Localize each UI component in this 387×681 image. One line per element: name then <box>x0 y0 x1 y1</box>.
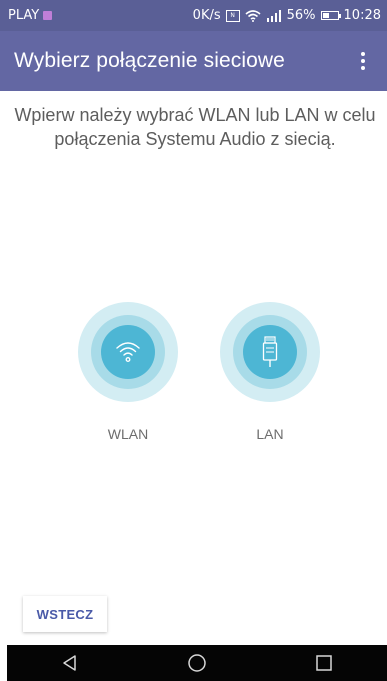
lan-label: LAN <box>256 426 284 442</box>
battery-fill <box>322 13 330 18</box>
lan-button[interactable] <box>220 302 320 402</box>
nfc-icon: N <box>225 9 240 22</box>
recents-square-icon <box>315 655 332 671</box>
network-speed: 0K/s <box>192 8 221 23</box>
clock: 10:28 <box>343 8 381 23</box>
carrier-indicator: PLAY <box>8 8 53 23</box>
app-bar: Wybierz połączenie sieciowe <box>0 31 387 91</box>
wlan-button[interactable] <box>78 302 178 402</box>
carrier-badge-icon <box>43 11 53 20</box>
nav-recents-button[interactable] <box>309 648 339 678</box>
battery-icon <box>320 11 341 20</box>
option-lan[interactable]: LAN <box>220 302 320 442</box>
instructions-text: Wpierw należy wybrać WLAN lub LAN w celu… <box>14 105 376 149</box>
option-wlan[interactable]: WLAN <box>78 302 178 442</box>
status-bar: PLAY 0K/s N 56% 10:28 <box>0 0 387 31</box>
page-title: Wybierz połączenie sieciowe <box>14 49 285 72</box>
back-triangle-icon <box>63 655 77 671</box>
menu-dot <box>361 52 365 56</box>
battery-percent: 56% <box>286 8 316 23</box>
lan-ring-inner <box>243 325 297 379</box>
wlan-ring-inner <box>101 325 155 379</box>
more-vert-icon[interactable] <box>351 46 375 76</box>
wifi-icon <box>116 342 140 362</box>
wlan-label: WLAN <box>107 426 149 442</box>
menu-dot <box>361 59 365 63</box>
wifi-icon <box>245 9 261 22</box>
nav-back-button[interactable] <box>55 648 85 678</box>
system-nav-bar <box>7 645 387 681</box>
back-button[interactable]: WSTECZ <box>23 596 107 632</box>
home-circle-icon <box>188 654 206 672</box>
carrier-name: PLAY <box>8 8 40 23</box>
status-icons: 0K/s N 56% 10:28 <box>193 8 381 23</box>
nav-home-button[interactable] <box>182 648 212 678</box>
signal-icon <box>266 9 281 22</box>
ethernet-plug-icon <box>262 336 278 367</box>
menu-dot <box>361 66 365 70</box>
